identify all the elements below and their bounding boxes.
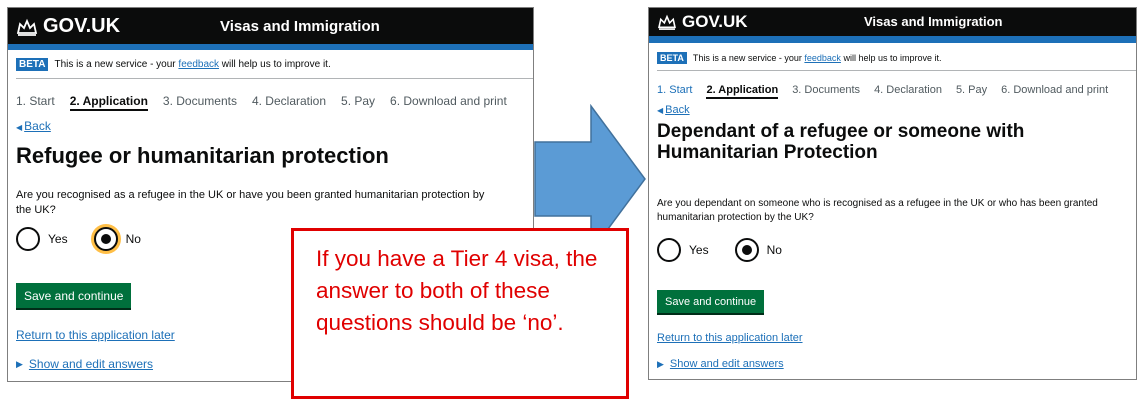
progress-steps: 1. Start 2. Application 3. Documents 4. … [16,94,522,111]
step-application-current: 2. Application [706,84,779,99]
feedback-link[interactable]: feedback [178,59,219,70]
note-text: If you have a Tier 4 visa, the answer to… [316,246,598,335]
back-triangle-icon: ◀ [657,106,664,115]
radio-yes[interactable]: Yes [657,238,709,262]
phase-text-start: This is a new service - your [692,53,802,63]
radio-yes[interactable]: Yes [16,227,68,251]
progress-steps: 1. Start 2. Application 3. Documents 4. … [657,84,1122,99]
beta-tag: BETA [16,58,49,71]
radio-yes-label: Yes [48,232,68,246]
beta-tag: BETA [657,52,687,64]
tier4-note-callout: If you have a Tier 4 visa, the answer to… [291,228,629,399]
show-answers-toggle[interactable]: ▶ Show and edit answers [16,357,153,371]
step-start: 1. Start [16,94,55,108]
step-download: 6. Download and print [390,94,507,108]
radio-no-label: No [125,232,141,246]
step-start: 1. Start [657,84,693,96]
govuk-header: GOV.UK Visas and Immigration [649,8,1136,36]
return-later-link[interactable]: Return to this application later [16,328,175,342]
radio-yes-circle[interactable] [16,227,40,251]
play-triangle-icon: ▶ [657,358,664,369]
step-download: 6. Download and print [1001,84,1109,96]
phase-banner: BETA This is a new service - your feedba… [657,52,1136,64]
service-name[interactable]: Visas and Immigration [220,18,380,35]
return-later-link[interactable]: Return to this application later [657,332,803,344]
right-screenshot: GOV.UK Visas and Immigration BETA This i… [648,7,1137,380]
logo-text: GOV.UK [682,12,748,31]
play-triangle-icon: ▶ [16,358,23,369]
question-text: Are you dependant on someone who is reco… [657,198,1098,223]
save-and-continue-button[interactable]: Save and continue [657,290,765,313]
phase-text-start: This is a new service - your [54,59,176,70]
show-answers-toggle[interactable]: ▶ Show and edit answers [657,358,784,370]
logo-text: GOV.UK [43,15,121,37]
govuk-logo[interactable]: GOV.UK [657,12,748,32]
step-application-current: 2. Application [69,94,149,111]
step-pay: 5. Pay [955,84,988,96]
radio-no[interactable]: No [734,238,782,262]
feedback-link[interactable]: feedback [804,53,841,63]
phase-banner: BETA This is a new service - your feedba… [16,58,533,71]
step-declaration: 4. Declaration [251,94,327,108]
show-answers-label: Show and edit answers [669,358,784,370]
header-blue-bar [8,44,533,50]
phase-divider [657,70,1136,71]
question-text: Are you recognised as a refugee in the U… [16,189,485,216]
radio-group: Yes No [16,227,167,251]
govuk-logo[interactable]: GOV.UK [16,15,120,38]
page-title: Refugee or humanitarian protection [16,143,389,168]
phase-text-end: will help us to improve it. [843,53,942,63]
phase-divider [16,78,533,79]
radio-no-label: No [766,243,782,257]
step-pay: 5. Pay [341,94,376,108]
back-link-label: Back [24,119,51,133]
back-link-label: Back [665,104,690,116]
step-declaration: 4. Declaration [874,84,942,96]
govuk-header: GOV.UK Visas and Immigration [8,8,533,44]
back-triangle-icon: ◀ [16,123,23,132]
step-documents: 3. Documents [792,84,861,96]
save-and-continue-button[interactable]: Save and continue [16,283,132,308]
phase-text-end: will help us to improve it. [221,59,331,70]
radio-group: Yes No [657,238,808,262]
service-name[interactable]: Visas and Immigration [864,14,1002,29]
radio-no[interactable]: No [93,227,141,251]
radio-yes-circle[interactable] [657,238,681,262]
step-documents: 3. Documents [162,94,237,108]
radio-yes-label: Yes [689,243,709,257]
radio-no-circle-selected[interactable] [734,238,759,262]
back-link[interactable]: ◀ Back [16,119,51,133]
radio-no-circle-selected[interactable] [93,227,118,251]
header-blue-bar [649,36,1136,43]
back-link[interactable]: ◀ Back [657,104,690,116]
crown-icon [16,18,38,36]
crown-icon [658,14,676,30]
show-answers-label: Show and edit answers [28,357,153,371]
page-title: Dependant of a refugee or someone with H… [657,121,1025,163]
